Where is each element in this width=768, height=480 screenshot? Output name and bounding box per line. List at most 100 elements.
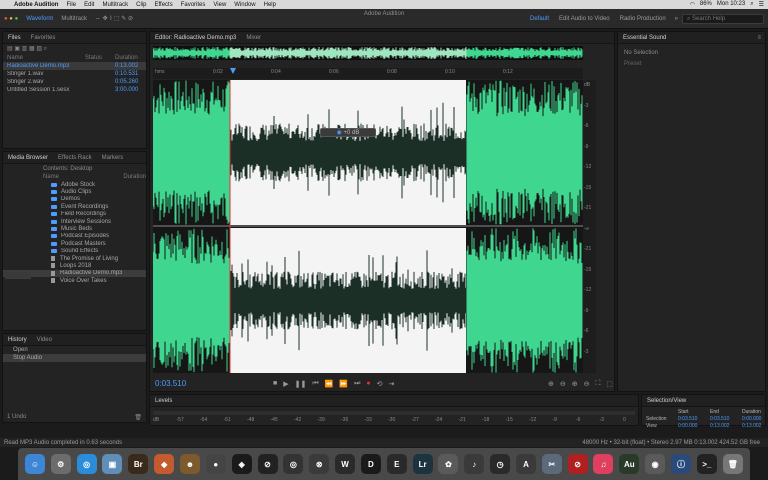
file-row[interactable]: Radioactive Demo.mp3 0:13.002 — [3, 62, 146, 70]
selview-value[interactable]: 0:00.000 — [678, 423, 708, 429]
zoom-in-amplitude-icon[interactable]: ⊕ — [548, 380, 554, 388]
amplitude-hud[interactable]: ◉ +0 dB — [320, 128, 376, 137]
tool-icons[interactable]: ⇔ ✥ ⌇ ⬚ ✎ ⊘ — [91, 15, 137, 22]
photos-dock-icon[interactable]: ✿ — [438, 454, 459, 474]
fast-forward-button[interactable]: ⏩ — [339, 380, 348, 388]
waveform-button[interactable]: Waveform — [22, 16, 57, 22]
appstore-dock-icon[interactable]: A — [515, 454, 536, 474]
selection-view-title[interactable]: Selection/View — [642, 398, 691, 404]
unity-dock-icon[interactable]: ◎ — [283, 454, 304, 474]
menu-window[interactable]: Window — [230, 2, 259, 8]
clock-dock-icon[interactable]: ◷ — [490, 454, 511, 474]
battery-percent[interactable]: 86% — [700, 1, 712, 8]
launchpad-dock-icon[interactable]: ⚙ — [50, 454, 71, 474]
panel-menu-icon[interactable]: ≡ — [757, 35, 765, 41]
piano-dock-icon[interactable]: ♪ — [464, 454, 485, 474]
colorsync-dock-icon[interactable]: ◉ — [645, 454, 666, 474]
finder-dock-icon[interactable]: ☺ — [24, 454, 45, 474]
pause-button[interactable]: ❚❚ — [295, 380, 307, 388]
menu-clip[interactable]: Clip — [132, 2, 150, 8]
file-row[interactable]: Stinger 1.wav 0:10.531 — [3, 70, 146, 78]
tab-editor[interactable]: Editor: Radioactive Demo.mp3 — [150, 35, 241, 41]
wordpress-dock-icon[interactable]: W — [335, 454, 356, 474]
menu-file[interactable]: File — [62, 2, 80, 8]
menu-help[interactable]: Help — [260, 2, 280, 8]
wifi-icon[interactable]: ◠ — [690, 1, 695, 8]
media-row[interactable]: Event Recordings — [3, 203, 146, 210]
media-row[interactable]: Sound Effects — [3, 248, 146, 255]
file-row[interactable]: Stinger 2.wav 0:05.260 — [3, 78, 146, 86]
files-toolbar[interactable]: ▤ ▣ ▥ ▦ ▧ ⌕ — [3, 44, 146, 54]
media-row[interactable]: Adobe Stock — [3, 181, 146, 188]
selview-value[interactable]: 0:03.510 — [710, 416, 740, 422]
audition-dock-icon[interactable]: Au — [619, 454, 640, 474]
terminal-dock-icon[interactable]: >_ — [696, 454, 717, 474]
menu-edit[interactable]: Edit — [80, 2, 98, 8]
editor-dock-icon[interactable]: E — [386, 454, 407, 474]
noentry-dock-icon[interactable]: ⊘ — [567, 454, 588, 474]
preview-dock-icon[interactable]: ▣ — [102, 454, 123, 474]
media-row[interactable]: Loops 2018 — [3, 262, 146, 269]
search-icon[interactable]: ⌕ — [750, 1, 753, 8]
waveform-display[interactable]: ◉ +0 dB — [153, 80, 583, 373]
time-ruler[interactable]: hms 0:02 0:04 0:06 0:08 0:10 0:12 — [153, 68, 583, 79]
trash-dock-icon[interactable]: 🗑 — [722, 454, 743, 474]
lightroom-d-dock-icon[interactable]: D — [360, 454, 381, 474]
zoom-full-icon[interactable]: ⛶ — [595, 380, 600, 388]
media-row[interactable]: Demos — [3, 196, 146, 203]
tools-dock-icon[interactable]: ✂ — [541, 454, 562, 474]
zoom-out-time-icon[interactable]: ⊖ — [584, 380, 590, 388]
tab-favorites[interactable]: Favorites — [26, 35, 61, 41]
zoom-selection-icon[interactable]: ⬚ — [606, 380, 613, 388]
steam-dock-icon[interactable]: ⊘ — [257, 454, 278, 474]
tab-mixer[interactable]: Mixer — [241, 35, 266, 41]
tab-media-browser[interactable]: Media Browser — [3, 155, 53, 161]
record-button[interactable]: ● — [366, 380, 370, 387]
media-row[interactable]: Podcast Masters — [3, 240, 146, 247]
play-button[interactable]: ▶ — [283, 380, 288, 388]
workspace-radio-production[interactable]: Radio Production — [615, 16, 671, 22]
media-row[interactable]: Podcast Episodes — [3, 233, 146, 240]
safari-dock-icon[interactable]: ◎ — [76, 454, 97, 474]
maps-dock-icon[interactable]: ◆ — [154, 454, 175, 474]
waveform-overview[interactable] — [152, 46, 583, 60]
character-dock-icon[interactable]: ☻ — [179, 454, 200, 474]
media-row[interactable]: Field Recordings — [3, 211, 146, 218]
menu-multitrack[interactable]: Multitrack — [98, 2, 132, 8]
chrome-dock-icon[interactable]: ⊗ — [309, 454, 330, 474]
menu-favorites[interactable]: Favorites — [177, 2, 210, 8]
selview-value[interactable]: 0:13.002 — [710, 423, 740, 429]
search-help-input[interactable]: ⌕ Search Help — [682, 13, 764, 24]
bridge-dock-icon[interactable]: Br — [128, 454, 149, 474]
menu-effects[interactable]: Effects — [150, 2, 176, 8]
lightroom-dock-icon[interactable]: Lr — [412, 454, 433, 474]
media-row[interactable]: The Promise of Living — [3, 255, 146, 262]
media-row[interactable]: Audio Clips — [3, 188, 146, 195]
selview-value[interactable]: 0:00.000 — [742, 416, 768, 422]
zoom-out-amplitude-icon[interactable]: ⊖ — [560, 380, 566, 388]
rewind-button[interactable]: ⏪ — [325, 380, 334, 388]
tab-history[interactable]: History — [3, 337, 32, 343]
menu-list-icon[interactable]: ☰ — [759, 1, 764, 8]
menu-view[interactable]: View — [209, 2, 230, 8]
side-tree-selection[interactable] — [5, 272, 31, 279]
menubar-clock[interactable]: Mon 10:23 — [717, 1, 745, 8]
current-time[interactable]: 0:03.510 — [150, 379, 270, 388]
essential-sound-title[interactable]: Essential Sound — [618, 35, 671, 41]
playhead-marker[interactable] — [230, 68, 236, 74]
media-row[interactable]: Music Beds — [3, 225, 146, 232]
camera-dock-icon[interactable]: ● — [205, 454, 226, 474]
stop-button[interactable]: ■ — [273, 380, 277, 387]
tab-markers[interactable]: Markers — [97, 155, 129, 161]
tab-video[interactable]: Video — [32, 337, 57, 343]
multitrack-button[interactable]: Multitrack — [57, 16, 91, 22]
tab-files[interactable]: Files — [3, 35, 26, 41]
history-row[interactable]: Open — [3, 346, 146, 354]
skip-back-button[interactable]: ⏮ — [312, 380, 318, 388]
skip-forward-button[interactable]: ⏭ — [354, 380, 360, 388]
workspace-edit-audio-to-video[interactable]: Edit Audio to Video — [554, 16, 615, 22]
info-dock-icon[interactable]: ⓘ — [671, 454, 692, 474]
trash-icon[interactable]: 🗑 — [134, 414, 142, 421]
contents-dropdown[interactable]: Desktop — [70, 166, 92, 172]
workspace-default[interactable]: Default — [525, 16, 554, 22]
